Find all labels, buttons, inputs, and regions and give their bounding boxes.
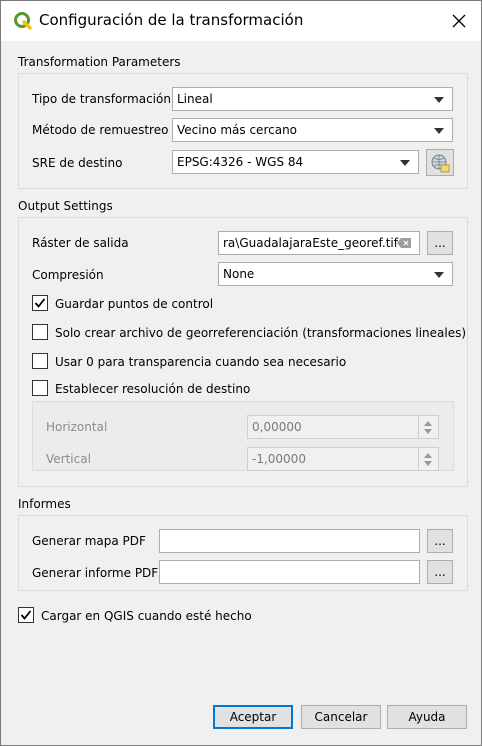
vertical-spinner[interactable] [418,448,438,470]
horizontal-label: Horizontal [46,420,108,434]
transformation-type-value: Lineal [177,92,213,106]
close-button[interactable] [437,6,481,36]
pdf-report-label: Generar informe PDF [32,566,159,580]
transformation-type-label: Tipo de transformación [32,92,171,106]
qgis-logo-icon [14,12,32,30]
horizontal-resolution-input[interactable]: 0,00000 [247,415,439,439]
vertical-resolution-value: -1,00000 [252,452,306,466]
compression-value: None [223,267,255,281]
spin-down-icon [424,429,432,434]
accept-button[interactable]: Aceptar [213,705,293,729]
output-raster-input[interactable]: ra\GuadalajaraEste_georef.tif [218,231,420,255]
window-title: Configuración de la transformación [39,11,304,29]
help-button[interactable]: Ayuda [387,705,467,729]
resampling-method-label: Método de remuestreo [32,123,169,137]
pdf-report-browse-button[interactable]: ... [427,560,453,584]
clear-icon[interactable] [397,238,411,248]
chevron-down-icon [434,272,444,278]
pdf-map-browse-button[interactable]: ... [427,529,453,553]
compression-label: Compresión [32,268,104,282]
load-in-qgis-checkbox[interactable] [18,607,34,623]
output-raster-label: Ráster de salida [32,236,129,250]
output-raster-value: ra\GuadalajaraEste_georef.tif [223,236,398,250]
world-file-only-checkbox[interactable] [32,324,48,340]
pdf-map-label: Generar mapa PDF [32,534,146,548]
title-bar: Configuración de la transformación [1,1,481,41]
target-srs-label: SRE de destino [32,156,123,170]
resampling-method-select[interactable]: Vecino más cercano [172,118,453,142]
target-srs-value: EPSG:4326 - WGS 84 [177,155,304,169]
load-in-qgis-label: Cargar en QGIS cuando esté hecho [41,609,252,623]
chevron-down-icon [400,160,410,166]
transformation-parameters-title: Transformation Parameters [18,55,181,69]
output-settings-title: Output Settings [18,199,113,213]
dialog-window: Configuración de la transformación Trans… [0,0,482,746]
checkmark-icon [20,610,32,620]
horizontal-resolution-value: 0,00000 [252,420,302,434]
set-resolution-label: Establecer resolución de destino [55,382,251,396]
target-srs-select[interactable]: EPSG:4326 - WGS 84 [172,150,419,174]
close-icon [452,14,466,28]
reports-title: Informes [18,497,71,511]
vertical-resolution-input[interactable]: -1,00000 [247,447,439,471]
pdf-report-input[interactable] [159,560,420,584]
compression-select[interactable]: None [218,262,453,286]
zero-transparency-label: Usar 0 para transparencia cuando sea nec… [55,355,347,369]
cancel-button[interactable]: Cancelar [301,705,381,729]
save-gcp-label: Guardar puntos de control [55,297,214,311]
horizontal-spinner[interactable] [418,416,438,438]
spin-up-icon [424,421,432,426]
crs-selector-button[interactable] [426,149,454,176]
spin-down-icon [424,461,432,466]
dialog-body: Transformation Parameters Tipo de transf… [5,41,477,741]
resampling-method-value: Vecino más cercano [177,123,298,137]
output-raster-browse-button[interactable]: ... [427,231,453,255]
checkmark-icon [34,298,46,308]
transformation-type-select[interactable]: Lineal [172,87,453,111]
world-file-only-label: Solo crear archivo de georreferenciación… [55,326,467,340]
chevron-down-icon [434,128,444,134]
save-gcp-checkbox[interactable] [32,295,48,311]
globe-projection-icon [431,154,450,172]
set-resolution-checkbox[interactable] [32,380,48,396]
spin-up-icon [424,453,432,458]
chevron-down-icon [434,97,444,103]
zero-transparency-checkbox[interactable] [32,353,48,369]
pdf-map-input[interactable] [159,529,420,553]
vertical-label: Vertical [46,452,91,466]
